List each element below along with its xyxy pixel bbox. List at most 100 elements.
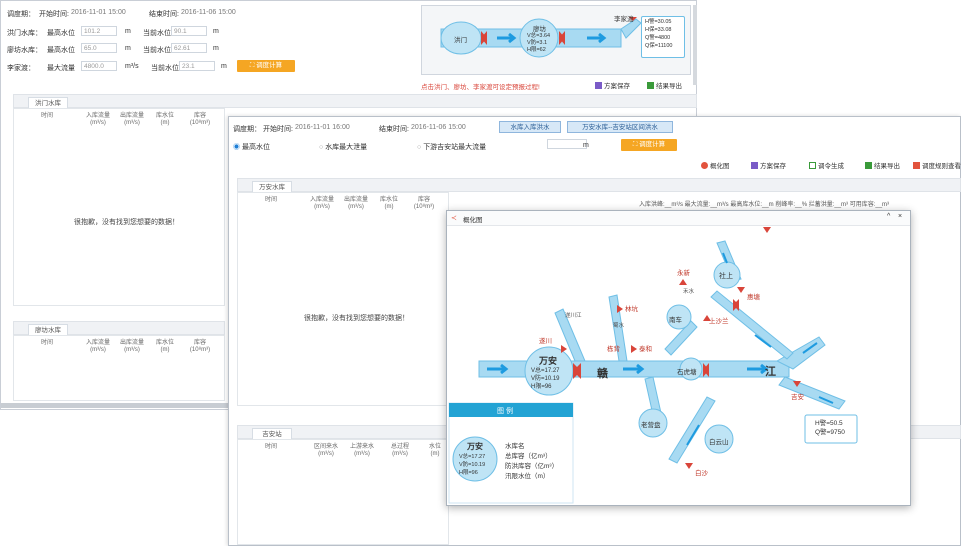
lijiadu-max-label: 最大流量 [47,65,75,72]
liaofang-table: 时间 入库流量 (m³/s) 出库流量 (m³/s) 库水位 (m) 库容 (1… [13,335,225,401]
hint-text: 点击洪门、廖坊、李家渡可设定预报过程! [421,84,540,91]
radio-label: 水库最大泄量 [325,144,368,151]
lijiadu-max-input[interactable]: 4800.0 [81,61,117,71]
taihe-station: 泰和 [639,346,652,353]
unit: m [125,45,131,52]
start-label: 开始时间: [39,11,69,18]
level-input[interactable] [547,139,587,149]
honmen-label: 洪门水库： [7,30,42,37]
liaofang-cur-input[interactable]: 62.61 [171,43,207,53]
jian-station: 吉安 [791,394,804,401]
radio-checked-icon: ◉ [233,144,242,151]
horizontal-scrollbar[interactable] [1,403,229,408]
tabbar-honmen: 洪门水库 [13,94,697,109]
start-time[interactable]: 2016-11-01 16:00 [295,124,350,131]
tool-label: 调令生成 [818,163,844,170]
diagram-dialog: ≺ 概化图 ^ × 万安 V总=17.27 V防=10.19 H限=96 赣 江… [446,210,911,506]
baiyunshan-label: 白云山 [709,439,729,446]
empty-message: 很抱歉，没有找到您想要的数据！ [74,219,179,226]
laoyingpan-label: 老营盘 [641,422,661,429]
rules-icon [913,162,920,169]
col-header: 出库流量 (m³/s) [119,113,144,126]
schedule-label: 调度期： [7,11,35,18]
legend-v-total: V总=17.27 [459,454,486,460]
diagram-button[interactable]: 概化图 [701,160,730,170]
yongxin-station: 永新 [677,270,690,277]
col-header: 时间 [264,444,277,450]
radio-max-discharge[interactable]: ○ 水库最大泄量 [319,142,367,152]
legend-title: 图 例 [497,408,513,415]
end-time[interactable]: 2016-11-06 15:00 [411,124,466,131]
trib-heshui: 禾水 [683,289,695,295]
trib-suichuanjiang: 遂川江 [565,313,582,319]
export-button[interactable]: 结果导出 [865,160,900,170]
lijiadu-cur-input[interactable]: 23.1 [179,61,215,71]
liaofang-max-input[interactable]: 65.0 [81,43,117,53]
export-button[interactable]: 结果导出 [647,80,682,90]
mini-lijiadu-info: H警=30.05 H保=33.08 Q警=4800 Q保=11100 [641,16,685,58]
legend-desc: 汛限水位（m） [505,473,550,480]
col-header: 入库流量 (m³/s) [85,113,110,126]
legend-v-flood: V防=10.19 [459,462,486,468]
save-plan-button[interactable]: 方案保存 [595,80,630,90]
col-header: 出库流量 (m³/s) [119,340,144,353]
collapse-icon[interactable]: ^ [887,213,890,220]
jian-table: 时间 区间来水 (m³/s) 上游来水 (m³/s) 总过程 (m³/s) 水位… [237,439,449,545]
radio-label: 最高水位 [241,144,270,151]
suichuan-station: 遂川 [539,338,552,345]
info-line: H保=33.08 [645,27,672,33]
close-icon[interactable]: × [898,213,902,220]
unit: m [125,28,131,35]
col-header: 入库流量 (m³/s) [309,197,334,210]
unit: m [213,45,219,52]
linkeng-station: 林坑 [625,306,638,313]
shetan-label: 社上 [719,273,733,280]
col-header: 库水位 (m) [155,340,174,353]
order-generate-button[interactable]: 调令生成 [809,160,844,170]
start-label: 开始时间: [263,126,293,133]
info-line: H警=30.05 [645,19,672,25]
wanan-h-limit: H限=96 [531,384,552,390]
share-icon: ≺ [451,215,457,222]
tool-label: 方案保存 [760,163,786,170]
save-plan-button[interactable]: 方案保存 [751,160,786,170]
lijiadu-cur-label: 当前水位 [151,65,179,72]
calc-button[interactable]: ⛶ 调度计算 [621,139,677,151]
col-header: 入库流量 (m³/s) [85,340,110,353]
schedule-label: 调度期： [233,126,261,133]
inflow-flood-button[interactable]: 水库入库洪水 [499,121,561,133]
col-header: 总过程 (m³/s) [390,444,409,457]
info-line: Q保=11100 [645,43,673,49]
dongbei-station: 栋背 [607,346,620,353]
unit: m [213,28,219,35]
interval-flood-button[interactable]: 万安水库--吉安站区间洪水 [567,121,673,133]
honmen-cur-input[interactable]: 90.1 [171,26,207,36]
legend-desc: 水库名 [505,443,525,450]
stats-line: 入库洪峰:__m³/s 最大流量:__m³/s 最高库水位:__m 削峰率:__… [639,202,890,208]
vertical-scrollbar[interactable] [693,5,697,85]
end-time[interactable]: 2016-11-06 15:00 [181,9,236,16]
legend-desc: 防洪库容（亿m³） [505,463,559,470]
mini-lijiadu-label: 李家渡 [614,16,634,23]
nanche-label: 南车 [669,317,682,324]
unit: m [221,63,227,70]
document-icon [809,162,816,169]
calc-button[interactable]: ⛶ 调度计算 [237,60,295,72]
calc-button-label: 调度计算 [256,62,283,69]
tabbar-liaofang: 廖坊水库 [13,321,225,336]
trib-shushui: 蜀水 [613,323,625,329]
col-header: 库水位 (m) [155,113,174,126]
calc-button-label: 调度计算 [639,141,666,148]
radio-downstream-flow[interactable]: ○ 下游吉安站最大流量 [417,142,486,152]
radio-max-level[interactable]: ◉ 最高水位 [233,142,270,152]
shangshalan-station: 上沙兰 [709,318,729,325]
lijiadu-label: 李家渡： [7,65,35,72]
start-time[interactable]: 2016-11-01 15:00 [71,9,126,16]
rules-view-button[interactable]: 调度规则查看 [913,160,961,170]
honmen-max-input[interactable]: 101.2 [81,26,117,36]
save-plan-label: 方案保存 [604,83,630,90]
col-header: 出库流量 (m³/s) [343,197,368,210]
col-header: 库容 (10⁸m³) [189,340,211,353]
shihutang-label: 石虎塘 [677,369,697,376]
dialog-title: 概化图 [463,217,483,224]
